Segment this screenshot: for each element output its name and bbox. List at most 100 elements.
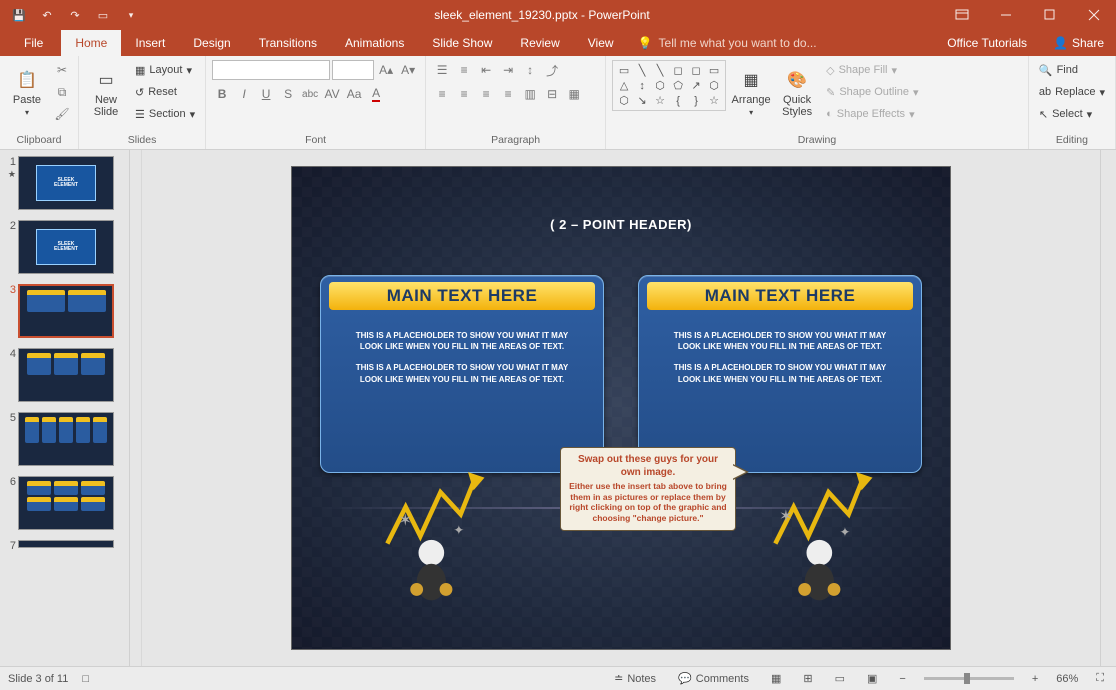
maximize-button[interactable]	[1028, 0, 1072, 30]
group-editing: 🔍Find abReplace ▾ ↖Select ▾ Editing	[1029, 56, 1116, 149]
numbering-button[interactable]: ≡	[454, 60, 474, 80]
decrease-font-icon[interactable]: A▾	[398, 60, 418, 80]
decrease-indent-button[interactable]: ⇤	[476, 60, 496, 80]
zoom-level[interactable]: 66%	[1056, 673, 1078, 685]
font-size-select[interactable]	[332, 60, 374, 80]
format-painter-button[interactable]: 🖌	[52, 104, 72, 124]
increase-indent-button[interactable]: ⇥	[498, 60, 518, 80]
notes-button[interactable]: ≐ Notes	[610, 672, 660, 685]
thumbnail-3[interactable]: 3	[0, 282, 129, 346]
right-panel-text-2: THIS IS A PLACEHOLDER TO SHOW YOU WHAT I…	[639, 358, 921, 388]
quick-styles-button[interactable]: 🎨 Quick Styles	[776, 60, 818, 126]
replace-button[interactable]: abReplace ▾	[1035, 82, 1109, 102]
change-case-button[interactable]: Aa	[344, 84, 364, 104]
line-spacing-button[interactable]: ↕	[520, 60, 540, 80]
tab-design[interactable]: Design	[179, 30, 244, 56]
shape-fill-button[interactable]: ◇ Shape Fill ▾	[822, 60, 922, 80]
font-color-button[interactable]: A	[366, 84, 386, 104]
bullets-button[interactable]: ☰	[432, 60, 452, 80]
align-left-button[interactable]: ≡	[432, 84, 452, 104]
justify-button[interactable]: ≡	[498, 84, 518, 104]
group-font: A▴ A▾ B I U S abc AV Aa A Font	[206, 56, 426, 149]
left-figure-graphic: ✶ ✦	[380, 469, 490, 609]
normal-view-button[interactable]: ▦	[767, 672, 785, 685]
zoom-in-button[interactable]: +	[1028, 673, 1042, 685]
reading-view-button[interactable]: ▭	[831, 672, 849, 685]
reset-icon: ↺	[135, 86, 144, 99]
char-spacing-button[interactable]: AV	[322, 84, 342, 104]
section-button[interactable]: ☰Section ▾	[131, 104, 199, 124]
svg-text:✦: ✦	[840, 524, 851, 539]
align-text-button[interactable]: ⊟	[542, 84, 562, 104]
thumbnail-1[interactable]: 1★SLEEKELEMENT	[0, 154, 129, 218]
tab-view[interactable]: View	[574, 30, 628, 56]
zoom-slider[interactable]	[924, 677, 1014, 680]
status-bar: Slide 3 of 11 □ ≐ Notes 💬 Comments ▦ ⊞ ▭…	[0, 666, 1116, 690]
section-icon: ☰	[135, 108, 145, 121]
close-button[interactable]	[1072, 0, 1116, 30]
thumbnail-5[interactable]: 5	[0, 410, 129, 474]
tab-transitions[interactable]: Transitions	[245, 30, 331, 56]
language-indicator[interactable]: □	[82, 673, 89, 685]
save-icon[interactable]: 💾	[6, 3, 32, 27]
align-right-button[interactable]: ≡	[476, 84, 496, 104]
tab-insert[interactable]: Insert	[121, 30, 179, 56]
shadow-button[interactable]: abc	[300, 84, 320, 104]
left-panel-text-1: THIS IS A PLACEHOLDER TO SHOW YOU WHAT I…	[321, 316, 603, 358]
tab-animations[interactable]: Animations	[331, 30, 418, 56]
find-button[interactable]: 🔍Find	[1035, 60, 1109, 80]
tab-file[interactable]: File	[6, 30, 61, 56]
thumbnails-scrollbar[interactable]	[130, 150, 142, 666]
slideshow-view-button[interactable]: ▣	[863, 672, 881, 685]
start-from-beginning-icon[interactable]: ▭	[90, 3, 116, 27]
cut-button[interactable]: ✂	[52, 60, 72, 80]
shapes-gallery[interactable]: ▭╲╲◻◻▭ △↕⬡⬠↗⬡ ⬡↘☆{}☆	[612, 60, 726, 111]
arrange-button[interactable]: ▦ Arrange▾	[730, 60, 772, 126]
comments-button[interactable]: 💬 Comments	[674, 672, 753, 685]
underline-button[interactable]: U	[256, 84, 276, 104]
shape-outline-button[interactable]: ✎ Shape Outline ▾	[822, 82, 922, 102]
share-button[interactable]: 👤Share	[1041, 30, 1116, 56]
new-slide-button[interactable]: ▭ New Slide	[85, 60, 127, 126]
tab-slideshow[interactable]: Slide Show	[418, 30, 506, 56]
columns-button[interactable]: ▥	[520, 84, 540, 104]
tab-review[interactable]: Review	[506, 30, 573, 56]
paste-button[interactable]: 📋 Paste▾	[6, 60, 48, 126]
zoom-out-button[interactable]: −	[895, 673, 909, 685]
tell-me-search[interactable]: 💡Tell me what you want to do...	[628, 30, 827, 56]
thumbnail-7[interactable]: 7	[0, 538, 129, 560]
italic-button[interactable]: I	[234, 84, 254, 104]
right-figure-graphic: ✶ ✦	[768, 469, 878, 609]
thumbnail-6[interactable]: 6	[0, 474, 129, 538]
select-button[interactable]: ↖Select ▾	[1035, 104, 1109, 124]
lightbulb-icon: 💡	[638, 36, 653, 50]
replace-icon: ab	[1039, 86, 1051, 98]
copy-button[interactable]: ⧉	[52, 82, 72, 102]
tab-home[interactable]: Home	[61, 30, 121, 56]
undo-icon[interactable]: ↶	[34, 3, 60, 27]
layout-button[interactable]: ▦Layout ▾	[131, 60, 199, 80]
slide-canvas-area[interactable]: ( 2 – POINT HEADER) MAIN TEXT HERE THIS …	[142, 150, 1100, 666]
smartart-button[interactable]: ▦	[564, 84, 584, 104]
slide-sorter-view-button[interactable]: ⊞	[799, 672, 816, 685]
thumbnail-2[interactable]: 2SLEEKELEMENT	[0, 218, 129, 282]
slide-counter[interactable]: Slide 3 of 11	[8, 673, 68, 685]
office-tutorials[interactable]: Office Tutorials	[933, 30, 1041, 56]
reset-button[interactable]: ↺Reset	[131, 82, 199, 102]
minimize-button[interactable]	[984, 0, 1028, 30]
strikethrough-button[interactable]: S	[278, 84, 298, 104]
canvas-vertical-scrollbar[interactable]	[1100, 150, 1116, 666]
qat-customize-icon[interactable]: ▾	[118, 3, 144, 27]
font-family-select[interactable]	[212, 60, 330, 80]
thumbnail-4[interactable]: 4	[0, 346, 129, 410]
text-direction-button[interactable]: ⤴	[542, 60, 562, 80]
increase-font-icon[interactable]: A▴	[376, 60, 396, 80]
align-center-button[interactable]: ≡	[454, 84, 474, 104]
redo-icon[interactable]: ↷	[62, 3, 88, 27]
shape-effects-button[interactable]: ◐ Shape Effects ▾	[822, 104, 922, 124]
quick-access-toolbar: 💾 ↶ ↷ ▭ ▾	[0, 3, 144, 27]
svg-text:✶: ✶	[779, 508, 793, 526]
bold-button[interactable]: B	[212, 84, 232, 104]
fit-to-window-button[interactable]: ⛶	[1092, 672, 1108, 685]
ribbon-options-icon[interactable]	[940, 0, 984, 30]
